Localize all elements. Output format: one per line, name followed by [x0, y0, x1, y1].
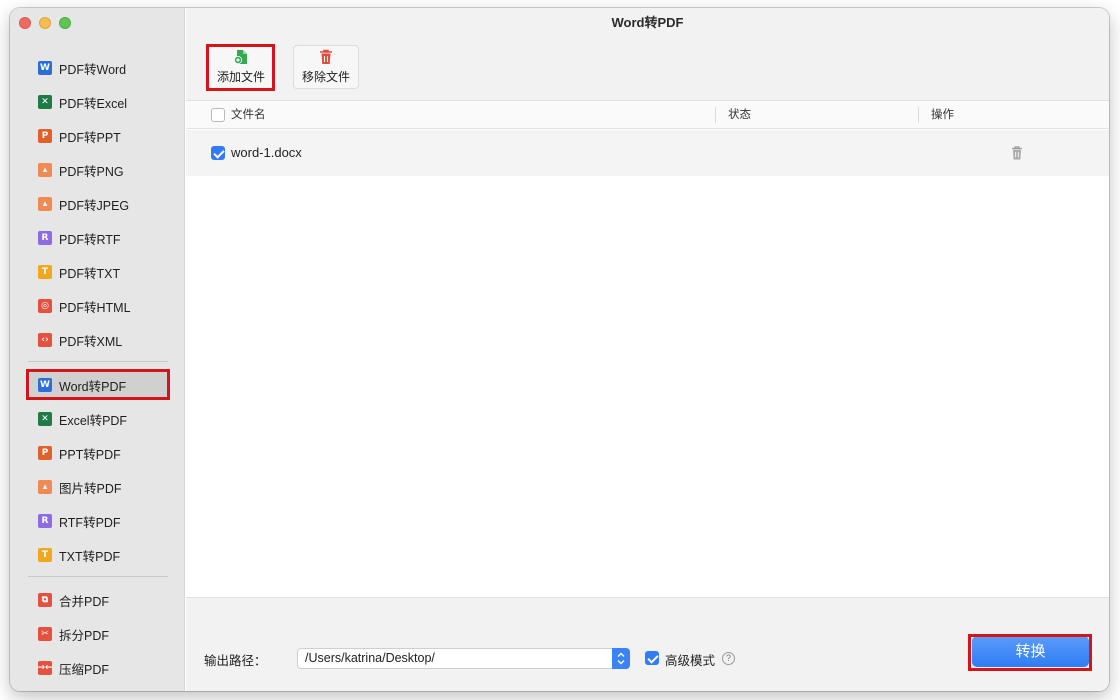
ppt-icon: P — [38, 446, 52, 460]
sidebar-item[interactable]: P PPT转PDF — [30, 440, 170, 466]
sidebar-item[interactable]: ✕ PDF转Excel — [30, 89, 170, 115]
image-icon: ▴ — [38, 480, 52, 494]
sidebar-item[interactable]: ✂ 拆分PDF — [30, 621, 170, 647]
sidebar-item[interactable]: T PDF转TXT — [30, 259, 170, 285]
add-file-label: 添加文件 — [216, 70, 265, 84]
output-bar: 输出路径： /Users/katrina/Desktop/ 高级模式 ? 转换 — [186, 599, 1109, 691]
remove-file-button[interactable]: 移除文件 — [293, 45, 359, 89]
sidebar-item-label: 拆分PDF — [59, 628, 110, 643]
sidebar-item[interactable]: R PDF转RTF — [30, 225, 170, 251]
advanced-mode-checkbox[interactable] — [645, 651, 659, 665]
globe-icon: ◎ — [38, 299, 52, 313]
sidebar-item-label: 图片转PDF — [59, 481, 122, 496]
trash-icon — [320, 49, 332, 64]
sidebar-item-label: 合并PDF — [59, 594, 110, 609]
sidebar-item-label: PPT转PDF — [59, 447, 121, 462]
file-name: word-1.docx — [231, 145, 302, 160]
sidebar-item-label: PDF转XML — [59, 334, 123, 349]
image-icon: ▴ — [38, 163, 52, 177]
sidebar-item[interactable]: W Word转PDF — [30, 372, 170, 398]
help-icon[interactable]: ? — [722, 652, 735, 665]
sidebar-item-label: 压缩PDF — [59, 662, 110, 677]
sidebar-item-label: Excel转PDF — [59, 413, 128, 428]
remove-file-label: 移除文件 — [301, 70, 350, 84]
word-icon: W — [38, 378, 52, 392]
sidebar-item-label: PDF转Excel — [59, 96, 128, 111]
sidebar-divider — [28, 361, 168, 362]
rtf-icon: R — [38, 514, 52, 528]
sidebar-item[interactable]: ⧉ 合并PDF — [30, 587, 170, 613]
excel-icon: ✕ — [38, 95, 52, 109]
advanced-mode-label: 高级模式 — [665, 654, 716, 668]
sidebar-item-label: RTF转PDF — [59, 515, 121, 530]
compress-icon: →← — [37, 661, 53, 675]
main-panel: Word转PDF 添加文件 移除文件 文件名 状态 操作 word-1.docx… — [186, 8, 1109, 691]
output-path-value: /Users/katrina/Desktop/ — [305, 651, 435, 665]
column-divider[interactable] — [918, 107, 919, 123]
output-path-label: 输出路径： — [204, 654, 267, 668]
convert-button[interactable]: 转换 — [972, 636, 1089, 667]
sidebar-item[interactable]: ‹› PDF转XML — [30, 327, 170, 353]
window-controls — [19, 17, 71, 29]
word-icon: W — [38, 61, 52, 75]
sidebar-item[interactable]: T TXT转PDF — [30, 542, 170, 568]
column-filename: 文件名 — [231, 109, 266, 121]
app-window: W PDF转Word ✕ PDF转Excel P PDF转PPT ▴ PDF转PNG ▴ PDF转… — [10, 8, 1109, 691]
ppt-icon: P — [38, 129, 52, 143]
row-checkbox[interactable] — [211, 146, 225, 160]
scissors-icon: ✂ — [38, 627, 52, 641]
chevron-up-down-icon — [617, 652, 625, 665]
file-table: 文件名 状态 操作 word-1.docx — [186, 100, 1109, 598]
sidebar-item[interactable]: ▴ PDF转PNG — [30, 157, 170, 183]
table-row[interactable]: word-1.docx — [186, 130, 1109, 176]
sidebar-item-label: TXT转PDF — [59, 549, 121, 564]
sidebar: W PDF转Word ✕ PDF转Excel P PDF转PPT ▴ PDF转PNG ▴ PDF转… — [10, 8, 185, 691]
sidebar-item[interactable]: W PDF转Word — [30, 55, 170, 81]
image-icon: ▴ — [38, 197, 52, 211]
column-status: 状态 — [728, 109, 751, 121]
table-header: 文件名 状态 操作 — [186, 101, 1109, 129]
sidebar-item[interactable]: ▴ 图片转PDF — [30, 474, 170, 500]
txt-icon: T — [38, 548, 52, 562]
sidebar-item-label: PDF转PNG — [59, 164, 124, 179]
window-title: Word转PDF — [611, 15, 684, 30]
sidebar-item-label: Word转PDF — [59, 379, 127, 394]
sidebar-item-label: PDF转PPT — [59, 130, 121, 145]
add-file-button[interactable]: 添加文件 — [208, 45, 274, 89]
close-window-button[interactable] — [19, 17, 31, 29]
column-divider[interactable] — [715, 107, 716, 123]
sidebar-item-label: PDF转RTF — [59, 232, 121, 247]
zoom-window-button[interactable] — [59, 17, 71, 29]
sidebar-item-label: PDF转JPEG — [59, 198, 130, 213]
sidebar-item-label: PDF转HTML — [59, 300, 131, 315]
sidebar-item[interactable]: P PDF转PPT — [30, 123, 170, 149]
merge-icon: ⧉ — [38, 593, 52, 607]
sidebar-item-label: PDF转Word — [59, 62, 127, 77]
sidebar-item[interactable]: ◎ PDF转HTML — [30, 293, 170, 319]
sidebar-item[interactable]: ✕ Excel转PDF — [30, 406, 170, 432]
sidebar-item[interactable]: →← 压缩PDF — [30, 655, 170, 681]
sidebar-divider — [28, 576, 168, 577]
output-path-select[interactable]: /Users/katrina/Desktop/ — [297, 648, 630, 669]
sidebar-item[interactable]: ▴ PDF转JPEG — [30, 191, 170, 217]
column-action: 操作 — [931, 109, 954, 121]
sidebar-item[interactable]: R RTF转PDF — [30, 508, 170, 534]
add-file-icon — [234, 50, 247, 64]
code-icon: ‹› — [38, 333, 52, 347]
txt-icon: T — [38, 265, 52, 279]
select-all-checkbox[interactable] — [211, 108, 225, 122]
delete-row-icon[interactable] — [1011, 146, 1023, 160]
path-stepper[interactable] — [612, 648, 630, 669]
rtf-icon: R — [38, 231, 52, 245]
sidebar-item-label: PDF转TXT — [59, 266, 121, 281]
excel-icon: ✕ — [38, 412, 52, 426]
minimize-window-button[interactable] — [39, 17, 51, 29]
